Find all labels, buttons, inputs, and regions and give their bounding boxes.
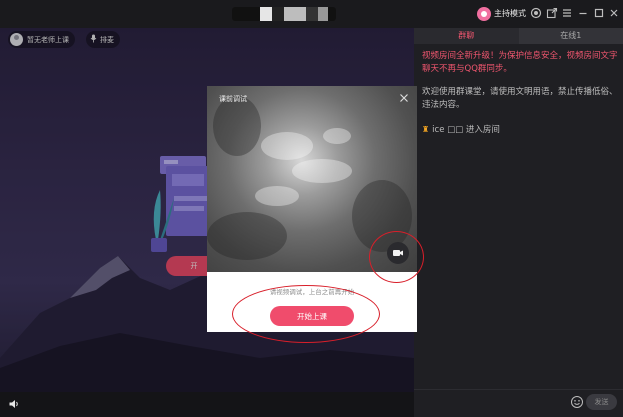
system-notice: 视频房间全新升级！为保护信息安全，视频房间文字聊天不再与QQ群同步。 <box>422 51 618 74</box>
title-bar: 主持模式 <box>0 0 623 28</box>
highlight-camera-annotation <box>369 231 424 283</box>
maximize-icon[interactable] <box>592 7 606 21</box>
record-icon[interactable] <box>529 7 543 21</box>
menu-icon[interactable] <box>560 7 574 21</box>
send-button[interactable]: 发送 <box>586 394 617 410</box>
window-close-icon[interactable] <box>607 7 621 21</box>
close-icon[interactable] <box>398 92 410 104</box>
app-window: 主持模式 暂无老师上课 排麦 开 群聊 在线1 视频房间全新升级！为保护信息安全… <box>0 0 623 417</box>
window-title-redacted <box>232 7 336 21</box>
chat-input-bar: 发送 <box>414 389 623 417</box>
share-icon[interactable] <box>545 7 559 21</box>
join-message-text: ice □□ 进入房间 <box>432 125 500 135</box>
stage-control-bar <box>0 392 414 417</box>
host-mode-label[interactable]: 主持模式 <box>494 8 526 20</box>
join-message: ♜ ice □□ 进入房间 <box>422 124 500 136</box>
emoji-icon[interactable] <box>570 395 584 409</box>
tab-group-chat[interactable]: 群聊 <box>414 28 519 44</box>
host-avatar[interactable] <box>477 7 491 21</box>
minimize-icon[interactable] <box>576 7 590 21</box>
chat-tabs: 群聊 在线1 <box>414 28 623 44</box>
welcome-message: 欢迎使用群课堂，请使用文明用语，禁止传播低俗、违法内容。 <box>422 87 618 110</box>
chat-input[interactable] <box>418 394 568 412</box>
user-badge-icon: ♜ <box>422 125 430 134</box>
chat-panel: 群聊 在线1 视频房间全新升级！为保护信息安全，视频房间文字聊天不再与QQ群同步… <box>414 28 623 417</box>
volume-icon[interactable] <box>8 398 20 410</box>
highlight-start-annotation <box>232 285 380 343</box>
tab-online[interactable]: 在线1 <box>518 28 623 44</box>
dialog-title: 课前调试 <box>219 95 247 103</box>
